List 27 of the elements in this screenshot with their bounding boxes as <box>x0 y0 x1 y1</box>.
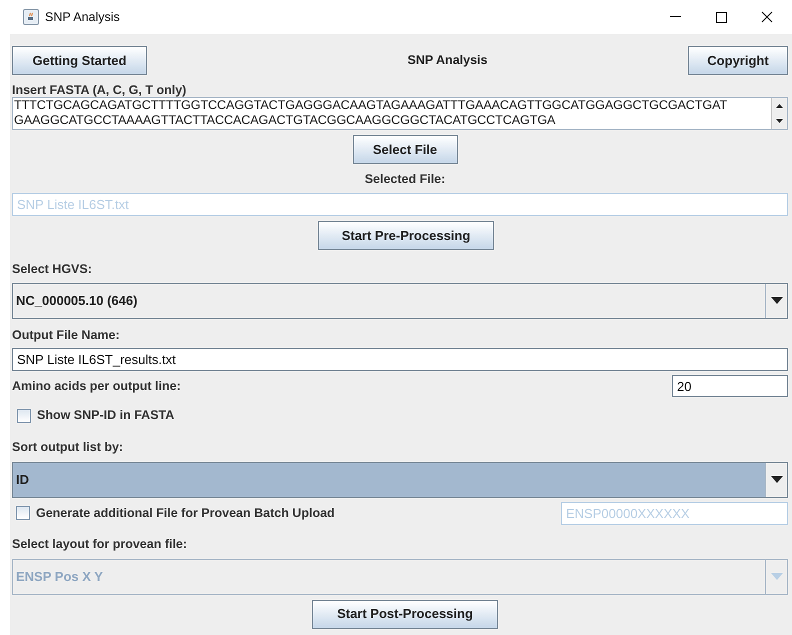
field-label: Selected File: <box>364 171 446 188</box>
sequence-line: TTTCTGCAGCAGATGCTTTTGGTCCAGGTACTGAGGGACAAGTAGAAAGATTTGAAACAGTTGGCATGGAGGCTGCGACTGAT <box>14 98 728 113</box>
checkbox[interactable] <box>16 506 30 520</box>
field-label: Select HGVS: <box>12 260 93 278</box>
scrollbar[interactable] <box>771 98 787 129</box>
copyright-button[interactable]: Copyright <box>688 46 788 75</box>
post-processing-button[interactable]: Start Post-Processing <box>312 600 498 628</box>
output-file-field[interactable]: SNP Liste IL6ST_results.txt <box>12 348 788 372</box>
dropdown[interactable]: ID <box>12 462 788 498</box>
checkbox-label: Show SNP-ID in FASTA <box>37 407 174 424</box>
select-file-button[interactable]: Select File <box>352 135 458 164</box>
field-label: Sort output list by: <box>12 439 124 456</box>
field-label: Output File Name: <box>12 326 121 344</box>
checkbox[interactable] <box>17 408 31 423</box>
dropdown[interactable]: NC_000005.10 (646) <box>12 282 788 318</box>
fasta-text-area[interactable]: TTTCTGCAGCAGATGCTTTTGGTCCAGGTACTGAGGGACAAGTAGAAAGATTTGAAACAGTTGGCATGGAGGCTGCGACTGAT GAAGGCATGCCTAAAAGTTACTTACCACAGACTGTACGGCAAGGCGGCTACATGCCTCAGTGA <box>12 97 788 130</box>
pre-processing-button[interactable]: Start Pre-Processing <box>318 220 494 250</box>
window-title: SNP Analysis <box>45 8 120 26</box>
checkbox-label: Generate additional File for Provean Batch Upload <box>36 504 335 522</box>
java-cup-icon <box>23 9 39 25</box>
field-label: Select layout for provean file: <box>12 536 188 553</box>
app-title: SNP Analysis <box>408 52 488 70</box>
getting-started-button[interactable]: Getting Started <box>12 46 147 75</box>
amino-acids-field[interactable]: 20 <box>672 375 788 398</box>
field-label: Insert FASTA (A, C, G, T only) <box>12 83 188 97</box>
sequence-line: GAAGGCATGCCTAAAAGTTACTTACCACAGACTGTACGGCAAGGCGGCTACATGCCTCAGTGA <box>14 113 556 128</box>
field-label: Amino acids per output line: <box>12 378 181 395</box>
